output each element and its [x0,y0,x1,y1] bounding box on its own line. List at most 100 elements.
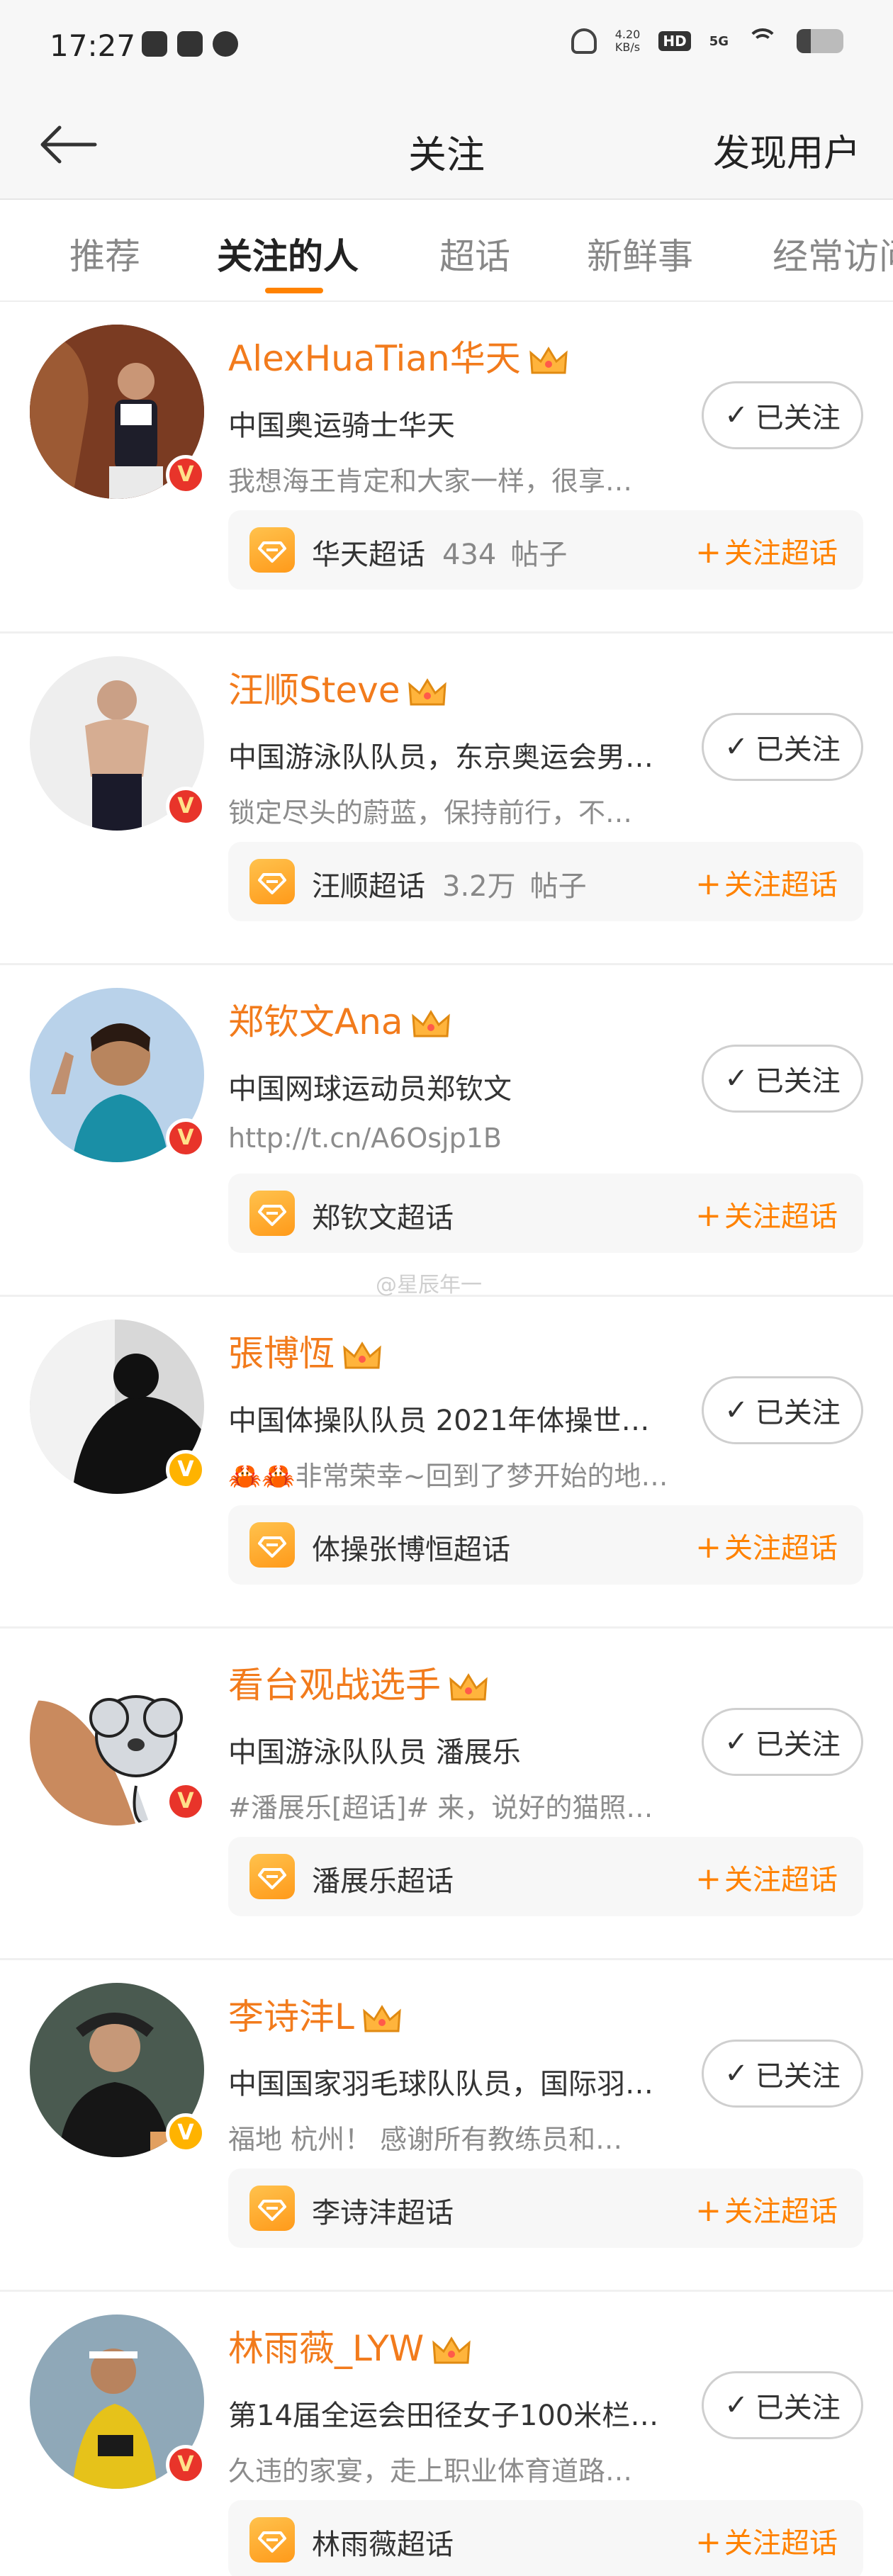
latest-post[interactable]: 锁定尽头的蔚蓝，保持前行，不… [228,791,689,830]
supertopic-card[interactable]: 体操张博恒超话 + 关注超话 [228,1505,863,1585]
check-icon: ✓ [724,2389,748,2422]
supertopic-diamond-icon [249,2186,295,2231]
supertopic-diamond-icon [249,2517,295,2563]
chat-notification-icon [213,31,238,57]
status-time: 17:27 [50,28,136,63]
user-description: 中国游泳队队员，东京奥运会男… [228,741,653,774]
active-tab-indicator [265,288,323,293]
user-name[interactable]: 看台观战选手 [228,1657,489,1708]
tab-bar: 推荐 关注的人 超话 新鲜事 经常访问 [0,198,893,302]
tab-frequent[interactable]: 经常访问 [773,228,893,279]
list-item[interactable]: V 林雨薇_LYW 第14届全运会田径女子100米栏… 久违的家宴，走上职业体育… [0,2292,893,2576]
mute-bell-icon [571,28,597,54]
user-name[interactable]: 李诗沣L [228,1989,403,2040]
user-description: 中国网球运动员郑钦文 [228,1073,512,1106]
tab-recommend[interactable]: 推荐 [69,228,140,279]
supertopic-card[interactable]: 李诗沣超话 + 关注超话 [228,2169,863,2248]
plus-icon: + [695,1861,721,1897]
user-name[interactable]: 林雨薇_LYW [228,2320,472,2371]
watermark: @星辰年一 [376,1273,482,1298]
follow-supertopic-button[interactable]: + 关注超话 [695,2520,838,2561]
crown-icon [411,1009,450,1037]
supertopic-card[interactable]: 汪顺超话 3.2万 帖子 + 关注超话 [228,842,863,921]
user-description: 中国国家羽毛球队队员，国际羽… [228,2068,653,2100]
verified-badge-icon: V [166,2445,206,2485]
plus-icon: + [695,2524,721,2560]
latest-post[interactable]: 🦀🦀非常荣幸~回到了梦开始的地… [228,1454,689,1493]
crown-icon [408,677,447,705]
supertopic-diamond-icon [249,1191,295,1236]
follow-supertopic-button[interactable]: + 关注超话 [695,1857,838,1898]
supertopic-card[interactable]: 华天超话 434 帖子 + 关注超话 [228,510,863,590]
following-button[interactable]: ✓ 已关注 [702,713,863,781]
verified-badge-icon: V [166,787,206,826]
back-button[interactable] [34,119,102,170]
list-item[interactable]: V AlexHuaTian华天 中国奥运骑士华天 我想海王肯定和大家一样，很享…… [0,302,893,634]
supertopic-card[interactable]: 林雨薇超话 + 关注超话 [228,2500,863,2576]
list-item[interactable]: V 看台观战选手 中国游泳队队员 潘展乐 #潘展乐[超话]# 来，说好的猫照… … [0,1629,893,1960]
following-button[interactable]: ✓ 已关注 [702,2371,863,2439]
latest-post[interactable]: 久违的家宴，走上职业体育道路… [228,2449,689,2488]
list-item[interactable]: V 郑钦文Ana 中国网球运动员郑钦文 http://t.cn/A6Osjp1B… [0,965,893,1297]
following-button[interactable]: ✓ 已关注 [702,1045,863,1113]
list-item[interactable]: V 汪顺Steve 中国游泳队队员，东京奥运会男… 锁定尽头的蔚蓝，保持前行，不… [0,634,893,965]
latest-post[interactable]: http://t.cn/A6Osjp1B [228,1123,689,1154]
supertopic-diamond-icon [249,527,295,573]
latest-post[interactable]: 福地 杭州！ 感谢所有教练员和… [228,2117,689,2156]
tab-supertopic[interactable]: 超话 [439,228,510,279]
user-name[interactable]: AlexHuaTian华天 [228,330,569,381]
crown-icon [432,2336,471,2363]
notification-icons [142,31,238,57]
follow-supertopic-button[interactable]: + 关注超话 [695,1193,838,1234]
check-icon: ✓ [724,399,748,432]
list-item[interactable]: V 張博恆 中国体操队队员 2021年体操世… 🦀🦀非常荣幸~回到了梦开始的地…… [0,1297,893,1629]
discover-users-button[interactable]: 发现用户 [713,123,860,176]
signal-5g-icon: 5G [709,33,729,49]
plus-icon: + [695,1198,721,1234]
plus-icon: + [695,1529,721,1565]
check-icon: ✓ [724,2057,748,2090]
verified-badge-icon: V [166,2113,206,2153]
tab-fresh-news[interactable]: 新鲜事 [587,228,693,279]
user-name[interactable]: 張博恆 [228,1325,383,1376]
verified-badge-icon: V [166,1118,206,1158]
follow-supertopic-button[interactable]: + 关注超话 [695,1525,838,1566]
user-name[interactable]: 郑钦文Ana [228,994,451,1045]
following-button[interactable]: ✓ 已关注 [702,2040,863,2108]
check-icon: ✓ [724,1394,748,1427]
plus-icon: + [695,534,721,570]
plus-icon: + [695,2193,721,2229]
crown-icon [529,346,568,373]
network-speed: 4.20 KB/s [614,28,641,54]
supertopic-card[interactable]: 潘展乐超话 + 关注超话 [228,1837,863,1916]
top-navigation-bar: 关注 发现用户 [0,92,893,198]
check-icon: ✓ [724,731,748,763]
supertopic-diamond-icon [249,1522,295,1568]
user-description: 中国游泳队队员 潘展乐 [228,1736,521,1769]
arrow-left-icon [40,125,97,164]
user-description: 第14届全运会田径女子100米栏… [228,2400,659,2432]
list-item[interactable]: V 李诗沣L 中国国家羽毛球队队员，国际羽… 福地 杭州！ 感谢所有教练员和… … [0,1960,893,2292]
follow-supertopic-button[interactable]: + 关注超话 [695,530,838,571]
check-icon: ✓ [724,1062,748,1095]
user-description: 中国奥运骑士华天 [228,410,455,442]
following-button[interactable]: ✓ 已关注 [702,381,863,449]
following-button[interactable]: ✓ 已关注 [702,1708,863,1776]
latest-post[interactable]: #潘展乐[超话]# 来，说好的猫照… [228,1786,689,1825]
tab-following[interactable]: 关注的人 [217,228,359,279]
supertopic-name: 郑钦文超话 [312,1202,454,1234]
verified-badge-icon: V [166,1782,206,1821]
latest-post[interactable]: 我想海王肯定和大家一样，很享… [228,459,689,498]
crown-icon [449,1672,488,1700]
crown-icon [363,2004,401,2032]
following-list: V AlexHuaTian华天 中国奥运骑士华天 我想海王肯定和大家一样，很享…… [0,302,893,2576]
user-name[interactable]: 汪顺Steve [228,662,448,713]
follow-supertopic-button[interactable]: + 关注超话 [695,862,838,903]
supertopic-diamond-icon [249,1854,295,1899]
app-notification-icon [142,31,167,57]
supertopic-card[interactable]: 郑钦文超话 + 关注超话 [228,1174,863,1253]
follow-supertopic-button[interactable]: + 关注超话 [695,2188,838,2229]
following-button[interactable]: ✓ 已关注 [702,1376,863,1444]
supertopic-diamond-icon [249,859,295,904]
battery-icon [797,29,843,53]
